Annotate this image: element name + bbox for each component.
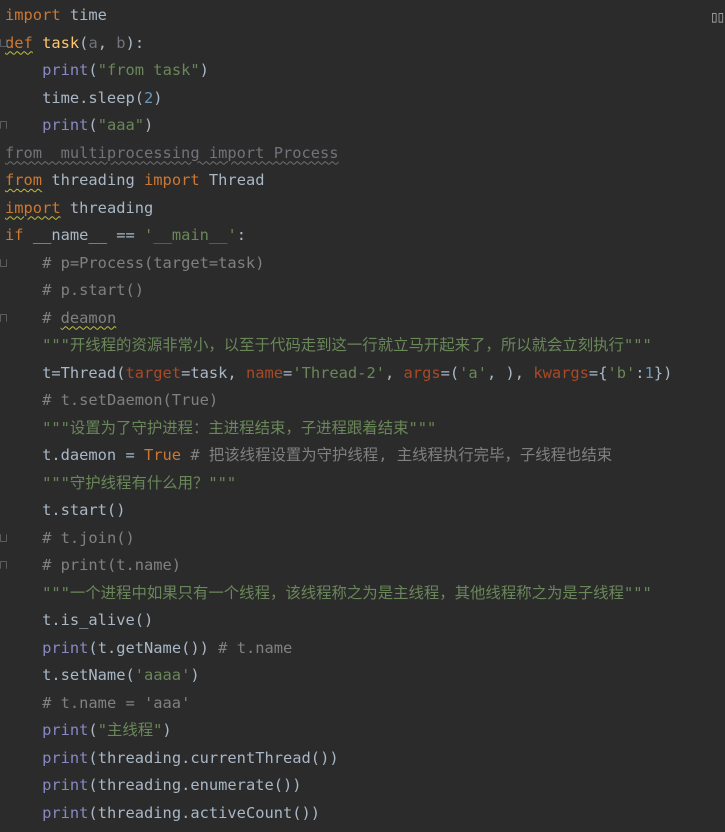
- code-text: print(threading.enumerate()): [42, 776, 302, 794]
- code-text: if __name__ == '__main__':: [5, 226, 246, 244]
- fold-marker-icon[interactable]: [0, 561, 7, 569]
- code-text: print("aaa"): [42, 116, 154, 134]
- code-text: print(t.getName()) # t.name: [42, 638, 293, 657]
- code-text: print("主线程"): [42, 721, 172, 739]
- code-text: t.setName('aaaa'): [5, 666, 200, 684]
- fold-marker-icon[interactable]: [0, 121, 7, 129]
- code-text: print(threading.currentThread()): [42, 748, 339, 767]
- code-text: # t.join(): [42, 528, 135, 547]
- code-text: t.start(): [5, 501, 126, 519]
- code-text: def task(a, b):: [5, 33, 145, 52]
- code-text: time.sleep(2): [5, 88, 163, 107]
- code-text: from multiprocessing import Process: [5, 143, 339, 162]
- fold-marker-icon[interactable]: [0, 313, 7, 322]
- code-text: """一个进程中如果只有一个线程，该线程称之为是主线程，其他线程称之为是子线程"…: [42, 583, 652, 602]
- code-text: print(threading.activeCount()): [42, 803, 321, 822]
- fold-marker-icon[interactable]: [0, 533, 7, 542]
- code-text: """开线程的资源非常小，以至于代码走到这一行就立马开起来了，所以就会立刻执行"…: [42, 336, 652, 354]
- code-text: # t.setDaemon(True): [42, 391, 219, 409]
- code-editor[interactable]: ▯▯ import time def task(a, b): print("fro…: [0, 0, 725, 832]
- code-text: """守护线程有什么用？""": [42, 473, 237, 492]
- fold-marker-icon[interactable]: [0, 258, 7, 267]
- code-text: print("from task"): [42, 61, 209, 79]
- code-text: """设置为了守护进程：主进程结束，子进程跟着结束""": [42, 418, 437, 437]
- code-text: import threading: [5, 198, 154, 217]
- code-text: # p.start(): [42, 281, 145, 299]
- code-text: # print(t.name): [42, 556, 182, 574]
- code-text: # p=Process(target=task): [42, 253, 265, 272]
- code-text: from threading import Thread: [5, 171, 265, 189]
- code-text: # t.name = 'aaa': [42, 693, 191, 712]
- code-text: t.daemon = True # 把该线程设置为守护线程, 主线程执行完毕，子…: [5, 446, 613, 464]
- code-text: t.is_alive(): [5, 611, 154, 629]
- code-text: t=Thread(target=task, name='Thread-2', a…: [5, 363, 673, 382]
- fold-marker-icon[interactable]: [0, 38, 7, 47]
- reader-mode-icon[interactable]: ▯▯: [711, 10, 724, 24]
- code-text: import time: [5, 6, 107, 24]
- code-text: # deamon: [42, 308, 117, 327]
